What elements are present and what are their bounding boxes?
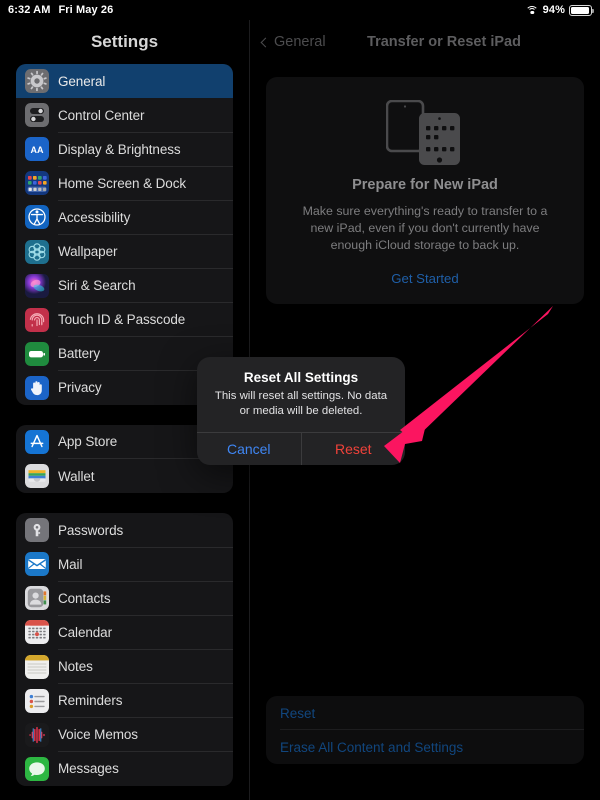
status-date: Fri May 26 — [58, 4, 114, 16]
sidebar-item-display-brightness[interactable]: AA Display & Brightness — [16, 132, 233, 167]
card-description: Make sure everything's ready to transfer… — [302, 204, 548, 253]
status-bar-right: 94% — [525, 4, 594, 16]
prepare-for-new-ipad-card: Prepare for New iPad Make sure everythin… — [266, 77, 584, 305]
accessibility-icon — [25, 205, 49, 230]
wifi-icon — [525, 5, 539, 16]
sidebar-item-label: Contacts — [58, 590, 111, 606]
siri-icon — [25, 273, 49, 298]
messages-icon — [25, 756, 49, 781]
ipad-settings-screen: 6:32 AM Fri May 26 94% Settings General … — [0, 0, 600, 800]
card-title: Prepare for New iPad — [352, 177, 498, 193]
reset-all-settings-dialog: Reset All Settings This will reset all s… — [197, 357, 406, 466]
control-center-icon — [25, 103, 49, 128]
dialog-title: Reset All Settings — [243, 370, 359, 385]
sidebar-item-touch-id-passcode[interactable]: Touch ID & Passcode — [16, 303, 233, 337]
sidebar-group-0: General Control Center AA Display & Brigh… — [16, 64, 233, 405]
get-started-link[interactable]: Get Started — [284, 271, 566, 286]
sidebar-item-label: Wallet — [58, 468, 95, 484]
sidebar-item-label: Battery — [58, 346, 101, 362]
sidebar-group-2: Passwords Mail Contacts Calendar Notes R… — [16, 513, 233, 786]
erase-all-content-row-label: Erase All Content and Settings — [280, 739, 464, 755]
passwords-key-icon — [25, 518, 49, 543]
status-bar-left: 6:32 AM Fri May 26 — [8, 4, 113, 16]
sidebar-item-label: Touch ID & Passcode — [58, 312, 186, 328]
app-store-icon — [25, 429, 49, 454]
sidebar-item-label: Control Center — [58, 107, 145, 123]
sidebar-item-label: General — [58, 73, 106, 89]
sidebar-item-label: Home Screen & Dock — [58, 175, 186, 191]
wallet-icon — [25, 464, 49, 489]
reset-row[interactable]: Reset — [266, 696, 584, 730]
sidebar-item-siri-search[interactable]: Siri & Search — [16, 269, 233, 303]
sidebar-item-control-center[interactable]: Control Center — [16, 98, 233, 133]
sidebar-item-label: Mail — [58, 556, 83, 572]
sidebar-item-messages[interactable]: Messages — [16, 752, 233, 786]
reset-row-label: Reset — [280, 705, 316, 721]
sidebar-item-general[interactable]: General — [16, 64, 233, 99]
notes-icon — [25, 654, 49, 679]
sidebar-item-label: Siri & Search — [58, 278, 136, 294]
cancel-button[interactable]: Cancel — [197, 433, 302, 466]
privacy-hand-icon — [25, 375, 49, 400]
sidebar-item-label: Display & Brightness — [58, 141, 181, 157]
calendar-icon — [25, 620, 49, 645]
sidebar-item-reminders[interactable]: Reminders — [16, 684, 233, 718]
sidebar-item-passwords[interactable]: Passwords — [16, 513, 233, 548]
sidebar-item-home-screen-dock[interactable]: Home Screen & Dock — [16, 166, 233, 201]
display-brightness-icon: AA — [25, 137, 49, 162]
sidebar-item-wallpaper[interactable]: Wallpaper — [16, 234, 233, 269]
sidebar-item-label: Notes — [58, 659, 93, 675]
reset-button[interactable]: Reset — [302, 433, 406, 465]
sidebar-item-label: App Store — [58, 434, 118, 450]
battery-percent-label: 94% — [542, 4, 565, 16]
home-screen-dock-icon — [25, 171, 49, 196]
mail-icon — [25, 552, 49, 577]
page-title: Settings — [90, 32, 159, 51]
reminders-icon — [25, 688, 49, 713]
dialog-actions: Cancel Reset — [197, 432, 406, 466]
gear-icon — [25, 69, 49, 94]
nav-bar: General Transfer or Reset iPad — [250, 20, 600, 64]
battery-settings-icon — [25, 341, 49, 366]
sidebar-item-label: Accessibility — [58, 209, 131, 225]
sidebar-item-label: Reminders — [58, 693, 123, 709]
wallpaper-icon — [25, 239, 49, 264]
two-ipads-icon — [284, 97, 566, 169]
svg-text:AA: AA — [31, 145, 44, 155]
sidebar-item-calendar[interactable]: Calendar — [16, 615, 233, 650]
sidebar-item-label: Privacy — [58, 380, 102, 396]
contacts-icon — [25, 586, 49, 611]
sidebar-item-notes[interactable]: Notes — [16, 650, 233, 684]
sidebar-item-label: Voice Memos — [58, 727, 138, 743]
status-bar: 6:32 AM Fri May 26 94% — [0, 0, 600, 20]
status-time: 6:32 AM — [8, 4, 51, 16]
sidebar-item-label: Calendar — [58, 624, 112, 640]
dialog-message: This will reset all settings. No data or… — [214, 390, 388, 418]
sidebar-item-label: Passwords — [58, 522, 124, 538]
sidebar-item-wallet[interactable]: Wallet — [16, 459, 233, 493]
battery-icon — [569, 4, 594, 16]
voice-memos-icon — [25, 722, 49, 747]
sidebar-item-label: Messages — [58, 761, 119, 777]
dialog-body: Reset All Settings This will reset all s… — [197, 357, 405, 432]
reset-options-group: Reset Erase All Content and Settings — [266, 696, 584, 764]
sidebar-item-voice-memos[interactable]: Voice Memos — [16, 718, 233, 752]
sidebar-item-label: Wallpaper — [58, 244, 118, 260]
erase-all-content-row[interactable]: Erase All Content and Settings — [266, 730, 584, 764]
sidebar-item-mail[interactable]: Mail — [16, 547, 233, 582]
sidebar-item-accessibility[interactable]: Accessibility — [16, 200, 233, 235]
nav-title: Transfer or Reset iPad — [367, 34, 521, 50]
sidebar-item-contacts[interactable]: Contacts — [16, 581, 233, 616]
touch-id-icon — [25, 307, 49, 332]
